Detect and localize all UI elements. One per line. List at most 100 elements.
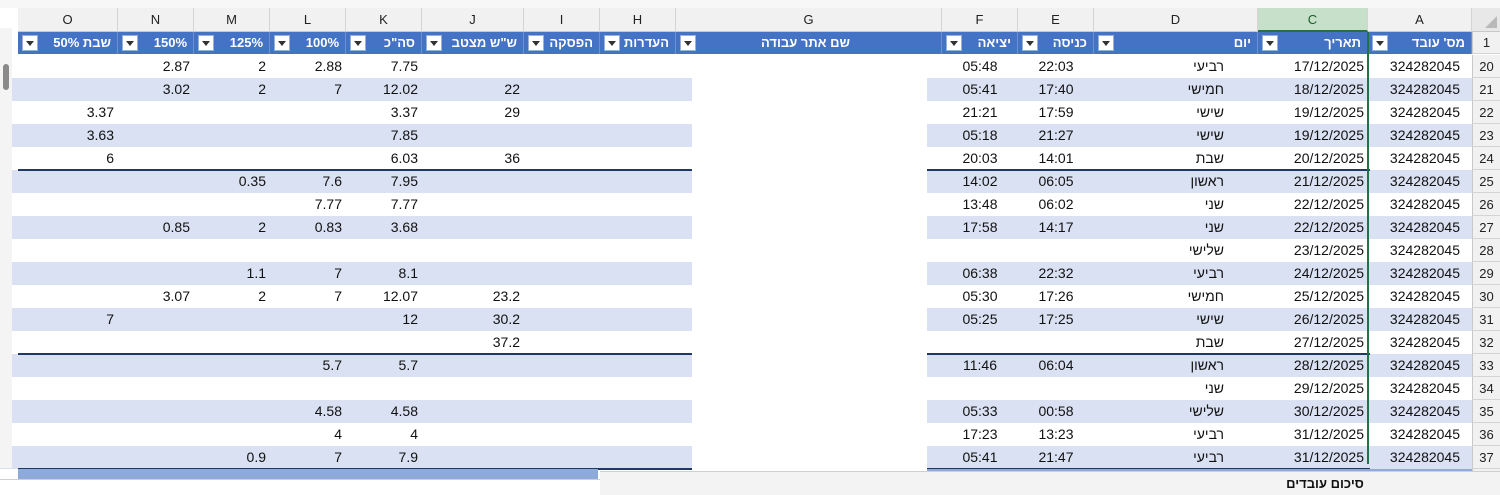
cell-f[interactable]: 14:02 bbox=[942, 170, 1018, 193]
cell-c[interactable]: 21/12/2025 bbox=[1258, 170, 1368, 193]
cell-n[interactable] bbox=[118, 147, 194, 170]
cell-e[interactable] bbox=[1018, 239, 1094, 262]
column-header-m[interactable]: M bbox=[194, 8, 270, 32]
cell-a[interactable]: 324282045 bbox=[1368, 124, 1464, 147]
cell-c[interactable]: 22/12/2025 bbox=[1258, 216, 1368, 239]
cell-f[interactable]: 13:48 bbox=[942, 193, 1018, 216]
cell-c[interactable]: 17/12/2025 bbox=[1258, 55, 1368, 78]
cell-e[interactable] bbox=[1018, 331, 1094, 354]
row-header-35[interactable]: 35 bbox=[1472, 400, 1500, 423]
cell-a[interactable]: 324282045 bbox=[1368, 354, 1464, 377]
cell-d[interactable]: שישי bbox=[1094, 101, 1224, 124]
cell-e[interactable]: 06:05 bbox=[1018, 170, 1094, 193]
cell-c[interactable]: 29/12/2025 bbox=[1258, 377, 1368, 400]
cell-j[interactable]: 29 bbox=[422, 101, 524, 124]
column-header-k[interactable]: K bbox=[346, 8, 422, 32]
cell-f[interactable]: 20:03 bbox=[942, 147, 1018, 170]
cell-e[interactable]: 17:40 bbox=[1018, 78, 1094, 101]
row-header-32[interactable]: 32 bbox=[1472, 331, 1500, 354]
cell-c[interactable]: 18/12/2025 bbox=[1258, 78, 1368, 101]
cell-k[interactable] bbox=[346, 331, 422, 354]
cell-e[interactable]: 14:01 bbox=[1018, 147, 1094, 170]
cell-d[interactable]: ראשון bbox=[1094, 354, 1224, 377]
cell-c[interactable]: 31/12/2025 bbox=[1258, 446, 1368, 469]
cell-f[interactable]: 05:41 bbox=[942, 78, 1018, 101]
cell-a[interactable]: 324282045 bbox=[1368, 308, 1464, 331]
cell-l[interactable] bbox=[270, 101, 346, 124]
cell-n[interactable] bbox=[118, 262, 194, 285]
cell-j[interactable] bbox=[422, 193, 524, 216]
cell-c[interactable]: 20/12/2025 bbox=[1258, 147, 1368, 170]
cell-e[interactable]: 14:17 bbox=[1018, 216, 1094, 239]
cell-d[interactable]: שלישי bbox=[1094, 400, 1224, 423]
cell-o[interactable] bbox=[18, 216, 118, 239]
cell-f[interactable] bbox=[942, 331, 1018, 354]
cell-f[interactable]: 05:41 bbox=[942, 446, 1018, 469]
cell-n[interactable] bbox=[118, 239, 194, 262]
cell-o[interactable] bbox=[18, 170, 118, 193]
cell-a[interactable]: 324282045 bbox=[1368, 216, 1464, 239]
cell-m[interactable] bbox=[194, 124, 270, 147]
cell-n[interactable] bbox=[118, 331, 194, 354]
cell-c[interactable]: 25/12/2025 bbox=[1258, 285, 1368, 308]
column-header-n[interactable]: N bbox=[118, 8, 194, 32]
cell-n[interactable] bbox=[118, 400, 194, 423]
cell-o[interactable] bbox=[18, 193, 118, 216]
cell-m[interactable] bbox=[194, 423, 270, 446]
cell-k[interactable]: 7.9 bbox=[346, 446, 422, 469]
cell-m[interactable]: 2 bbox=[194, 55, 270, 78]
cell-n[interactable]: 3.02 bbox=[118, 78, 194, 101]
cell-m[interactable] bbox=[194, 331, 270, 354]
column-header-a[interactable]: A bbox=[1368, 8, 1472, 32]
cell-d[interactable]: רביעי bbox=[1094, 55, 1224, 78]
cell-m[interactable] bbox=[194, 308, 270, 331]
cell-j[interactable]: 22 bbox=[422, 78, 524, 101]
cell-k[interactable] bbox=[346, 239, 422, 262]
cell-a[interactable]: 324282045 bbox=[1368, 377, 1464, 400]
cell-n[interactable] bbox=[118, 423, 194, 446]
cell-d[interactable]: רביעי bbox=[1094, 423, 1224, 446]
column-header-f[interactable]: F bbox=[942, 8, 1018, 32]
cell-j[interactable]: 23.2 bbox=[422, 285, 524, 308]
row-header-21[interactable]: 21 bbox=[1472, 78, 1500, 101]
row-header-28[interactable]: 28 bbox=[1472, 239, 1500, 262]
cell-f[interactable]: 17:23 bbox=[942, 423, 1018, 446]
cell-m[interactable]: 2 bbox=[194, 285, 270, 308]
filter-dropdown-icon[interactable] bbox=[1098, 35, 1114, 51]
cell-o[interactable] bbox=[18, 423, 118, 446]
cell-f[interactable]: 05:25 bbox=[942, 308, 1018, 331]
cell-c[interactable]: 23/12/2025 bbox=[1258, 239, 1368, 262]
cell-c[interactable]: 28/12/2025 bbox=[1258, 354, 1368, 377]
cell-a[interactable]: 324282045 bbox=[1368, 170, 1464, 193]
cell-l[interactable] bbox=[270, 308, 346, 331]
cell-n[interactable] bbox=[118, 101, 194, 124]
row-header-26[interactable]: 26 bbox=[1472, 193, 1500, 216]
cell-a[interactable]: 324282045 bbox=[1368, 239, 1464, 262]
cell-d[interactable]: חמישי bbox=[1094, 285, 1224, 308]
cell-m[interactable] bbox=[194, 193, 270, 216]
row-header-34[interactable]: 34 bbox=[1472, 377, 1500, 400]
cell-j[interactable]: 36 bbox=[422, 147, 524, 170]
row-header-22[interactable]: 22 bbox=[1472, 101, 1500, 124]
cell-d[interactable]: שישי bbox=[1094, 308, 1224, 331]
row-header-36[interactable]: 36 bbox=[1472, 423, 1500, 446]
cell-n[interactable] bbox=[118, 446, 194, 469]
cell-o[interactable] bbox=[18, 331, 118, 354]
cell-k[interactable]: 4 bbox=[346, 423, 422, 446]
cell-n[interactable]: 2.87 bbox=[118, 55, 194, 78]
cell-f[interactable]: 06:38 bbox=[942, 262, 1018, 285]
row-header-29[interactable]: 29 bbox=[1472, 262, 1500, 285]
cell-o[interactable] bbox=[18, 55, 118, 78]
cell-a[interactable]: 324282045 bbox=[1368, 78, 1464, 101]
cell-c[interactable]: 19/12/2025 bbox=[1258, 101, 1368, 124]
filter-dropdown-icon[interactable] bbox=[122, 35, 138, 51]
cell-j[interactable] bbox=[422, 124, 524, 147]
row-header-27[interactable]: 27 bbox=[1472, 216, 1500, 239]
row-header-31[interactable]: 31 bbox=[1472, 308, 1500, 331]
cell-n[interactable] bbox=[118, 170, 194, 193]
cell-o[interactable] bbox=[18, 377, 118, 400]
cell-l[interactable]: 4.58 bbox=[270, 400, 346, 423]
cell-d[interactable]: ראשון bbox=[1094, 170, 1224, 193]
column-header-d[interactable]: D bbox=[1094, 8, 1258, 32]
cell-j[interactable]: 37.2 bbox=[422, 331, 524, 354]
